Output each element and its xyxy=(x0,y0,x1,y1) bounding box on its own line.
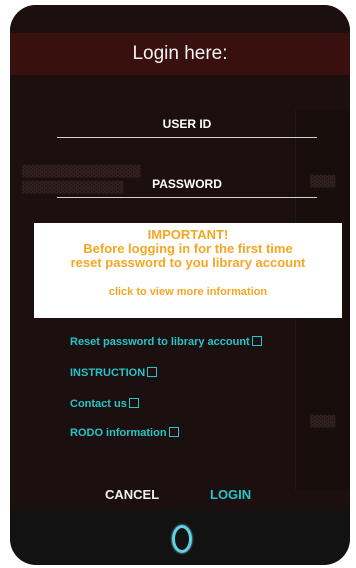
login-title: Login here: xyxy=(132,43,228,64)
login-dialog: ▓▓▓▓▓▓▓▓▓▓▓▓▓▓ ▓▓▓▓▓▓▓▓▓▓▓▓ ▓▓▓ ▓▓▓ Logi… xyxy=(10,5,350,565)
instruction-link[interactable]: INSTRUCTION xyxy=(70,367,158,379)
user-id-field[interactable] xyxy=(57,111,317,138)
contact-label: Contact us xyxy=(70,398,127,410)
notice-line: Before logging in for the first time xyxy=(83,241,293,256)
notice-heading: IMPORTANT! xyxy=(147,227,229,242)
external-link-icon xyxy=(251,336,262,346)
password-field[interactable] xyxy=(57,171,317,198)
external-link-icon xyxy=(128,398,139,408)
cancel-button[interactable]: CANCEL xyxy=(105,487,159,502)
home-button-icon[interactable] xyxy=(172,525,192,553)
reset-password-label: Reset password to library account xyxy=(70,336,250,348)
important-notice: IMPORTANT! Before logging in for the fir… xyxy=(34,223,342,318)
reset-password-link[interactable]: Reset password to library account xyxy=(70,336,262,348)
external-link-icon xyxy=(168,427,179,437)
external-link-icon xyxy=(147,367,158,377)
rodo-information-link[interactable]: RODO information xyxy=(70,427,179,439)
more-information-link[interactable]: click to view more information xyxy=(34,286,342,298)
rodo-information-label: RODO information xyxy=(70,427,167,439)
login-button[interactable]: LOGIN xyxy=(210,487,251,502)
notice-line: reset password to you library account xyxy=(70,255,306,270)
contact-link[interactable]: Contact us xyxy=(70,398,139,410)
instruction-label: INSTRUCTION xyxy=(70,367,146,379)
